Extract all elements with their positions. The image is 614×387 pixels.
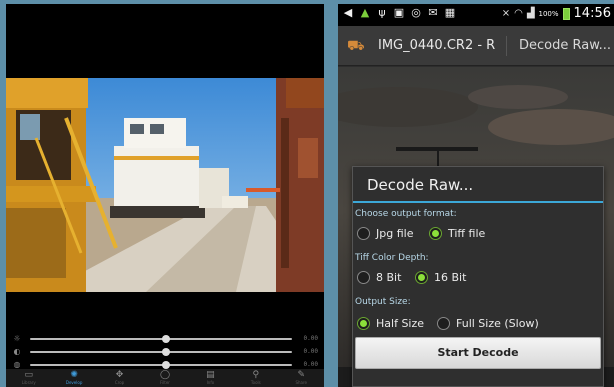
- tiff-file-option[interactable]: Tiff file: [429, 225, 485, 241]
- slider-value: 0.00: [303, 361, 318, 368]
- radio-unchecked[interactable]: [437, 316, 450, 330]
- share-icon: ✎: [297, 370, 306, 380]
- info-icon: ▤: [206, 370, 215, 380]
- decode-raw-dialog: Decode Raw... Choose output format: Jpg …: [352, 166, 604, 387]
- usb-icon: ψ: [378, 6, 386, 19]
- slider-knob[interactable]: [162, 348, 171, 356]
- adjustment-sliders: ☼ 0.00 ◐ 0.00 ◍ 0.00: [6, 330, 324, 370]
- toolbar-tools[interactable]: ⚲ Tools: [233, 369, 278, 387]
- tools-icon: ⚲: [252, 370, 260, 380]
- action-divider: [506, 36, 507, 56]
- radio-unchecked[interactable]: [357, 270, 370, 284]
- toolbar-label: Develop: [65, 380, 83, 385]
- radio-unchecked[interactable]: [357, 226, 370, 240]
- slider-knob[interactable]: [162, 335, 171, 343]
- library-icon: ▭: [24, 370, 33, 380]
- calendar-icon: ▦: [444, 6, 456, 19]
- decode-raw-screen: ◀ ▲ ψ ▣ ◎ ✉ ▦ ⨯ ◠ ▟ 100% 14:56 ⛟ IMG_044…: [338, 4, 614, 387]
- tiff-depth-label: Tiff Color Depth:: [355, 253, 429, 263]
- start-decode-button[interactable]: Start Decode: [355, 337, 601, 369]
- battery-percent: 100%: [538, 9, 559, 18]
- option-label: Full Size (Slow): [456, 316, 539, 330]
- battery-icon: [562, 7, 570, 20]
- image-icon: ▣: [393, 6, 405, 19]
- editor-toolbar: ▭ Library ✺ Develop ✥ Crop ◯ Filter ▤ In…: [6, 369, 324, 387]
- slider-value: 0.00: [303, 335, 318, 342]
- option-label: Half Size: [376, 316, 425, 330]
- toolbar-label: Filter: [160, 380, 170, 385]
- slider-track[interactable]: [30, 335, 292, 343]
- toolbar-develop[interactable]: ✺ Develop: [51, 369, 96, 387]
- clock: 14:56: [573, 6, 611, 21]
- 16-bit-option[interactable]: 16 Bit: [415, 269, 466, 285]
- toolbar-crop[interactable]: ✥ Crop: [97, 369, 142, 387]
- decode-raw-action[interactable]: Decode Raw...: [519, 38, 613, 53]
- toolbar-share[interactable]: ✎ Share: [279, 369, 324, 387]
- exposure-slider[interactable]: ☼ 0.00: [10, 334, 320, 344]
- slider-track[interactable]: [30, 361, 292, 369]
- 8-bit-option[interactable]: 8 Bit: [357, 269, 401, 285]
- option-label: Jpg file: [376, 226, 414, 240]
- train-photo: [6, 78, 324, 292]
- android-icon: ▲: [360, 6, 370, 19]
- filter-icon: ◯: [159, 370, 171, 380]
- option-label: 8 Bit: [376, 270, 402, 284]
- dialog-title: Decode Raw...: [353, 167, 603, 203]
- half-size-option[interactable]: Half Size: [357, 315, 424, 331]
- photo-editor-screen: ☼ 0.00 ◐ 0.00 ◍ 0.00 ▭ Library ✺ Develop…: [6, 4, 324, 387]
- sun-icon: ☼: [13, 334, 21, 343]
- app-logo-icon[interactable]: ⛟: [347, 37, 365, 55]
- file-title: IMG_0440.CR2 - R: [378, 38, 496, 53]
- mute-icon: ⨯: [501, 8, 511, 19]
- output-size-label: Output Size:: [355, 297, 411, 307]
- contrast-slider[interactable]: ◐ 0.00: [10, 347, 320, 357]
- radio-checked[interactable]: [357, 316, 370, 330]
- action-bar: ⛟ IMG_0440.CR2 - R Decode Raw...: [338, 26, 614, 66]
- slider-track[interactable]: [30, 348, 292, 356]
- contrast-icon: ◐: [13, 347, 21, 356]
- option-label: Tiff file: [448, 226, 486, 240]
- radio-checked[interactable]: [429, 226, 442, 240]
- toolbar-label: Library: [21, 380, 36, 385]
- toolbar-label: Tools: [250, 380, 261, 385]
- full-size-option[interactable]: Full Size (Slow): [437, 315, 539, 331]
- radio-checked[interactable]: [415, 270, 428, 284]
- mail-icon: ✉: [428, 6, 438, 19]
- toolbar-label: Share: [295, 380, 308, 385]
- signal-icon: ▟: [526, 8, 535, 19]
- whatsapp-icon: ◎: [411, 6, 421, 19]
- crop-icon: ✥: [115, 370, 124, 380]
- back-arrow-icon: ◀: [343, 6, 353, 19]
- output-format-label: Choose output format:: [355, 209, 457, 219]
- toolbar-label: Crop: [114, 380, 125, 385]
- toolbar-library[interactable]: ▭ Library: [6, 369, 51, 387]
- jpg-file-option[interactable]: Jpg file: [357, 225, 413, 241]
- toolbar-label: Info: [206, 380, 215, 385]
- option-label: 16 Bit: [434, 270, 467, 284]
- wifi-icon: ◠: [514, 8, 523, 19]
- slider-knob[interactable]: [162, 361, 171, 369]
- toolbar-info[interactable]: ▤ Info: [188, 369, 233, 387]
- develop-icon: ✺: [70, 370, 78, 380]
- status-bar: ◀ ▲ ψ ▣ ◎ ✉ ▦ ⨯ ◠ ▟ 100% 14:56: [338, 4, 614, 26]
- toolbar-filter[interactable]: ◯ Filter: [142, 369, 187, 387]
- slider-value: 0.00: [303, 348, 318, 355]
